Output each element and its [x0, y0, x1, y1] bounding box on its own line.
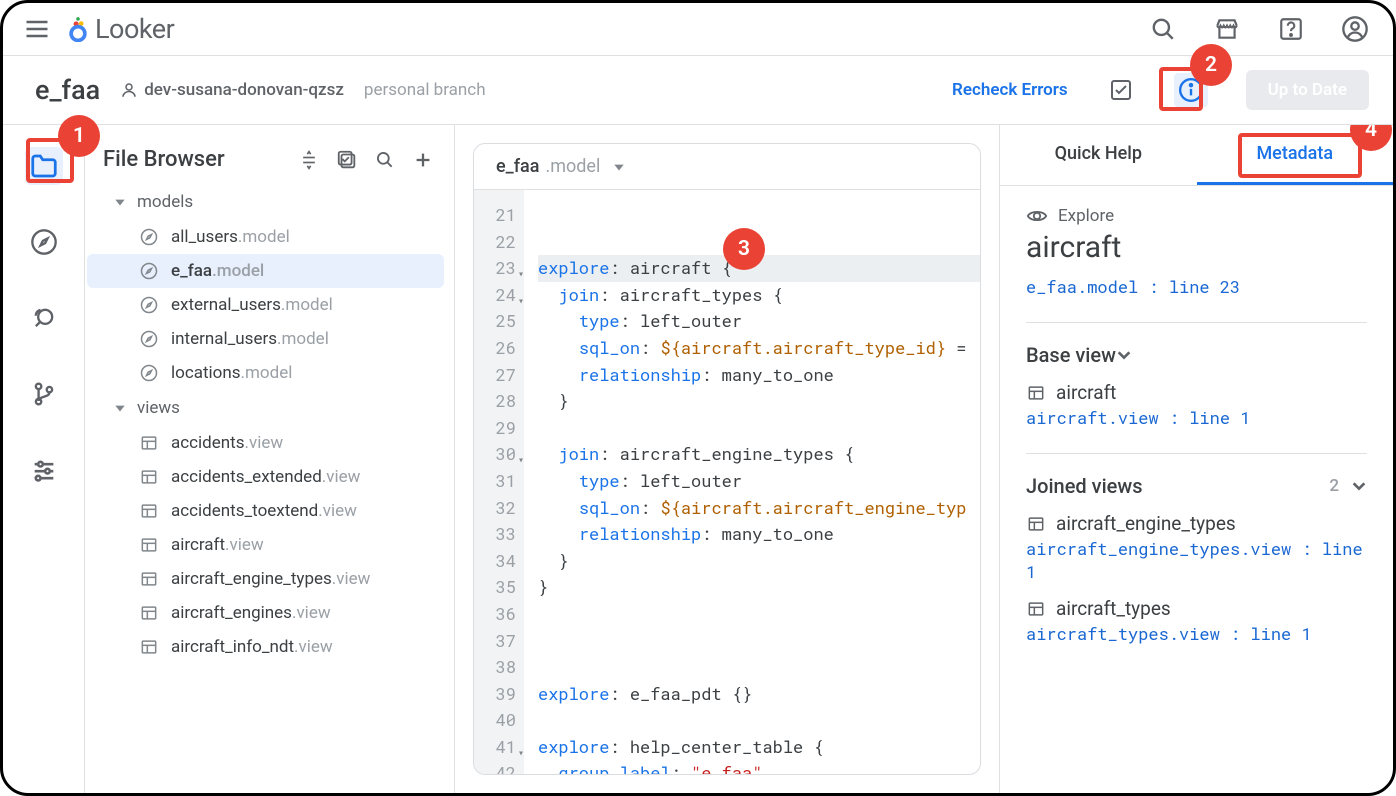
folder-icon — [29, 151, 59, 181]
logo-text: Looker — [95, 13, 174, 45]
file-browser-title: File Browser — [103, 147, 282, 172]
tree-item[interactable]: aircraft.view — [87, 528, 444, 562]
explore-icon — [139, 261, 159, 281]
table-icon — [139, 569, 159, 589]
code-editor[interactable]: e_faa .model 212223▾24▾252627282930▾31323… — [473, 143, 981, 775]
tab-quick-help[interactable]: Quick Help — [1000, 125, 1197, 185]
table-icon — [139, 603, 159, 623]
info-icon[interactable] — [1174, 73, 1208, 107]
editor-tab[interactable]: e_faa .model — [474, 144, 980, 190]
metadata-item-link[interactable]: aircraft_types.view : line 1 — [1026, 622, 1367, 645]
settings-rail-icon[interactable] — [25, 451, 63, 489]
tree-item[interactable]: locations.model — [87, 356, 444, 390]
sliders-icon — [30, 456, 58, 484]
recheck-errors-button[interactable]: Recheck Errors — [952, 80, 1068, 100]
chevron-down-icon[interactable] — [612, 160, 626, 174]
tree-item[interactable]: aircraft_engine_types.view — [87, 562, 444, 596]
account-icon[interactable] — [1341, 15, 1369, 43]
side-rail: 1 — [3, 125, 85, 793]
validator-icon[interactable] — [1104, 73, 1138, 107]
explore-rail-icon[interactable] — [25, 223, 63, 261]
compass-icon — [30, 228, 58, 256]
table-icon — [139, 637, 159, 657]
project-bar: e_faa dev-susana-donovan-qzsz personal b… — [3, 56, 1393, 125]
metadata-item: aircraft_types — [1026, 597, 1367, 620]
chevron-down-icon — [1116, 347, 1132, 363]
hamburger-icon[interactable] — [23, 15, 51, 43]
tree-item[interactable]: external_users.model — [87, 288, 444, 322]
git-rail-icon[interactable] — [25, 375, 63, 413]
explore-icon — [139, 295, 159, 315]
git-branch-icon — [31, 381, 57, 407]
metadata-item-link[interactable]: aircraft_engine_types.view : line 1 — [1026, 537, 1367, 583]
metadata-item: aircraft_engine_types — [1026, 512, 1367, 535]
tree-item[interactable]: accidents_toextend.view — [87, 494, 444, 528]
tab-metadata[interactable]: Metadata — [1197, 125, 1394, 185]
explore-icon — [139, 329, 159, 349]
callout-1: 1 — [73, 124, 85, 148]
tree-item[interactable]: e_faa.model — [87, 254, 444, 288]
metadata-item: aircraft — [1026, 381, 1367, 404]
table-icon — [139, 535, 159, 555]
search-files-icon[interactable] — [374, 149, 396, 171]
editor-tab-ext: .model — [545, 156, 600, 177]
metadata-title: aircraft — [1026, 230, 1367, 265]
add-file-icon[interactable] — [412, 149, 434, 171]
help-icon[interactable] — [1277, 15, 1305, 43]
branch-indicator[interactable]: dev-susana-donovan-qzsz — [120, 80, 344, 100]
person-icon — [120, 81, 138, 99]
metadata-section-head[interactable]: Base view — [1026, 343, 1367, 367]
eye-icon — [1026, 207, 1048, 225]
tree-item[interactable]: all_users.model — [87, 220, 444, 254]
tree-folder[interactable]: models — [85, 184, 454, 220]
table-icon — [139, 433, 159, 453]
tree-folder[interactable]: views — [85, 390, 454, 426]
metadata-eyebrow: Explore — [1026, 206, 1367, 226]
branch-name: dev-susana-donovan-qzsz — [144, 80, 344, 100]
table-icon — [139, 501, 159, 521]
search-rail-icon[interactable] — [25, 299, 63, 337]
editor-tab-name: e_faa — [496, 156, 539, 177]
app-header: Looker — [3, 3, 1393, 56]
file-browser-panel: File Browser modelsall_users.modele_faa.… — [85, 125, 455, 793]
search-icon[interactable] — [1149, 15, 1177, 43]
bulk-edit-icon[interactable] — [336, 149, 358, 171]
collapse-icon[interactable] — [298, 149, 320, 171]
metadata-panel: Quick Help Metadata Explore aircraft e_f… — [999, 125, 1393, 793]
tree-item[interactable]: accidents.view — [87, 426, 444, 460]
editor-column: e_faa .model 212223▾24▾252627282930▾31323… — [455, 125, 999, 793]
metadata-item-link[interactable]: aircraft.view : line 1 — [1026, 406, 1367, 429]
table-icon — [139, 467, 159, 487]
logo: Looker — [67, 13, 174, 45]
search-replace-icon — [30, 304, 58, 332]
tree-item[interactable]: aircraft_info_ndt.view — [87, 630, 444, 664]
branch-label: personal branch — [364, 80, 486, 100]
metadata-title-link[interactable]: e_faa.model : line 23 — [1026, 275, 1367, 298]
file-browser-rail-icon[interactable] — [25, 147, 63, 185]
metadata-section-head[interactable]: Joined views2 — [1026, 474, 1367, 498]
logo-icon — [67, 16, 89, 42]
editor-body[interactable]: 212223▾24▾252627282930▾31323334353637383… — [474, 190, 980, 774]
tree-item[interactable]: accidents_extended.view — [87, 460, 444, 494]
tree-item[interactable]: internal_users.model — [87, 322, 444, 356]
marketplace-icon[interactable] — [1213, 15, 1241, 43]
explore-icon — [139, 227, 159, 247]
project-name: e_faa — [35, 74, 100, 106]
tree-item[interactable]: aircraft_engines.view — [87, 596, 444, 630]
uptodate-button[interactable]: Up to Date — [1246, 70, 1369, 110]
chevron-down-icon — [1351, 478, 1367, 494]
explore-icon — [139, 363, 159, 383]
